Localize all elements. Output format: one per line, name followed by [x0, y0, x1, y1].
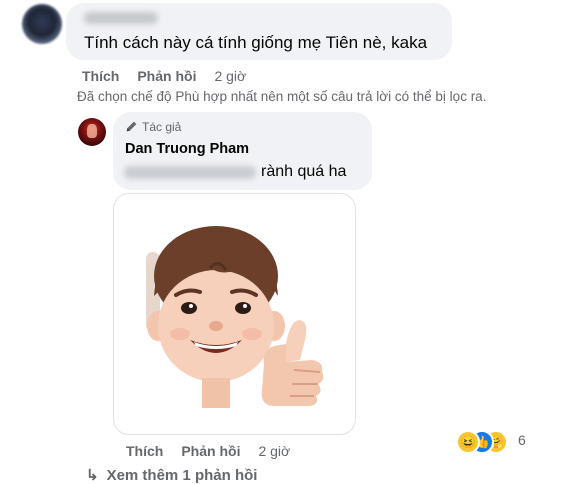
filter-notice: Đã chọn chế độ Phù hợp nhất nên một số c…	[77, 89, 487, 104]
reply-timestamp[interactable]: 2 giờ	[258, 443, 290, 459]
like-button[interactable]: Thích	[126, 443, 163, 459]
reply-button[interactable]: Phản hồi	[181, 443, 240, 459]
comment-timestamp[interactable]: 2 giờ	[214, 68, 246, 84]
author-badge-label: Tác giả	[142, 120, 182, 134]
blurred-commenter-name	[84, 12, 158, 24]
comment-actions: Thích Phản hồi 2 giờ	[82, 68, 246, 84]
reply-actions: Thích Phản hồi 2 giờ	[126, 443, 290, 459]
reply-button[interactable]: Phản hồi	[137, 68, 196, 84]
haha-icon: 😆	[456, 430, 480, 454]
sticker-card[interactable]	[113, 193, 356, 435]
view-more-replies-link[interactable]: ↳ Xem thêm 1 phản hồi	[86, 466, 257, 484]
pencil-icon	[126, 121, 137, 132]
blurred-mention[interactable]	[124, 166, 256, 179]
comment-text: Tính cách này cá tính giống mẹ Tiên nè, …	[84, 33, 428, 52]
like-button[interactable]: Thích	[82, 68, 119, 84]
author-avatar[interactable]	[78, 118, 106, 146]
view-more-replies-label: Xem thêm 1 phản hồi	[106, 467, 258, 484]
reaction-count: 6	[518, 432, 526, 448]
author-badge: Tác giả	[125, 120, 181, 134]
memoji-thumbs-up-icon	[146, 226, 324, 408]
reply-arrow-icon: ↳	[86, 467, 99, 484]
reply-author-name[interactable]: Dan Truong Pham	[125, 141, 249, 157]
commenter-avatar[interactable]	[22, 4, 62, 44]
reply-text: rành quá ha	[261, 163, 347, 180]
